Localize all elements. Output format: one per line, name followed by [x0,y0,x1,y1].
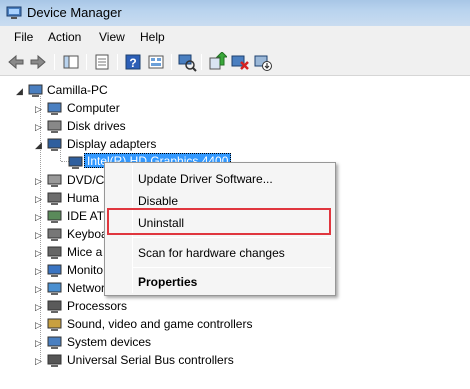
processor-icon [47,300,62,313]
scan-hardware-icon[interactable] [177,52,197,72]
expand-arrow-icon[interactable]: ▷ [35,230,42,241]
back-icon[interactable] [6,52,26,72]
update-driver-icon[interactable] [207,52,227,72]
menu-bar: File Action View Help [0,26,470,48]
collapse-arrow-icon[interactable]: ◢ [35,140,42,151]
menu-view[interactable]: View [99,30,125,44]
help-icon[interactable]: ? [123,52,143,72]
context-menu-update-driver[interactable]: Update Driver Software... [138,172,273,186]
menu-action[interactable]: Action [48,30,81,44]
console-icon[interactable] [146,52,166,72]
uninstall-icon[interactable] [230,52,250,72]
root-icon [28,84,43,97]
forward-icon[interactable] [28,52,48,72]
expand-arrow-icon[interactable]: ▷ [35,338,42,349]
tree-item-ide-at[interactable]: IDE AT [67,209,104,223]
tree-item-monito[interactable]: Monito [67,263,103,277]
window-title: Device Manager [27,5,122,20]
toolbar-separator [117,54,118,70]
expand-arrow-icon[interactable]: ▷ [35,284,42,295]
properties-icon[interactable] [92,52,112,72]
svg-text:?: ? [129,56,136,70]
device-manager-window: Device Manager File Action View Help ? ◢… [0,0,470,389]
tree-item-universal-serial-bus-controllers[interactable]: Universal Serial Bus controllers [67,353,234,367]
expand-arrow-icon[interactable]: ▷ [35,320,42,331]
expand-arrow-icon[interactable]: ▷ [35,266,42,277]
tree-item-display-adapters[interactable]: Display adapters [67,137,156,151]
tree-item-networ[interactable]: Networ [67,281,105,295]
menu-help[interactable]: Help [140,30,165,44]
expand-arrow-icon[interactable]: ▷ [35,104,42,115]
context-menu-separator [133,237,331,238]
expand-arrow-icon[interactable]: ▷ [35,302,42,313]
toolbar-separator [171,54,172,70]
toolbar-separator [54,54,55,70]
tree-item-disk-drives[interactable]: Disk drives [67,119,126,133]
toolbar: ? [0,48,470,76]
ide-icon [47,210,62,223]
toolbar-separator [86,54,87,70]
context-menu-separator [133,267,331,268]
dvd-icon [47,174,62,187]
device-manager-app-icon [6,6,22,19]
display-adapter-icon [68,156,83,169]
hid-icon [47,192,62,205]
collapse-arrow-icon[interactable]: ◢ [16,86,23,97]
tree-item-system-devices[interactable]: System devices [67,335,151,349]
expand-arrow-icon[interactable]: ▷ [35,356,42,367]
title-bar[interactable]: Device Manager [0,0,470,26]
tree-item-mice-a[interactable]: Mice a [67,245,102,259]
tree-item-huma[interactable]: Huma [67,191,99,205]
uninstall-highlight-box [107,208,331,235]
tree-root-camilla-pc[interactable]: Camilla-PC [47,83,108,97]
expand-arrow-icon[interactable]: ▷ [35,176,42,187]
context-menu-disable[interactable]: Disable [138,194,178,208]
toolbar-separator [201,54,202,70]
mouse-icon [47,246,62,259]
sound-icon [47,318,62,331]
keyboard-icon [47,228,62,241]
monitor-icon [47,264,62,277]
context-menu-properties[interactable]: Properties [138,275,197,289]
tree-item-keyboa[interactable]: Keyboa [67,227,108,241]
display-adapter-icon [47,138,62,151]
tree-item-processors[interactable]: Processors [67,299,127,313]
context-menu-scan-hardware[interactable]: Scan for hardware changes [138,246,285,260]
system-device-icon [47,336,62,349]
tree-item-computer[interactable]: Computer [67,101,120,115]
network-icon [47,282,62,295]
menu-file[interactable]: File [14,30,33,44]
disable-icon[interactable] [253,52,273,72]
disk-drive-icon [47,120,62,133]
show-hide-console-tree-icon[interactable] [61,52,81,72]
computer-icon [47,102,62,115]
tree-item-dvd-c[interactable]: DVD/C [67,173,104,187]
tree-item-sound-video-and-game-controllers[interactable]: Sound, video and game controllers [67,317,252,331]
expand-arrow-icon[interactable]: ▷ [35,122,42,133]
usb-icon [47,354,62,367]
expand-arrow-icon[interactable]: ▷ [35,194,42,205]
expand-arrow-icon[interactable]: ▷ [35,212,42,223]
expand-arrow-icon[interactable]: ▷ [35,248,42,259]
